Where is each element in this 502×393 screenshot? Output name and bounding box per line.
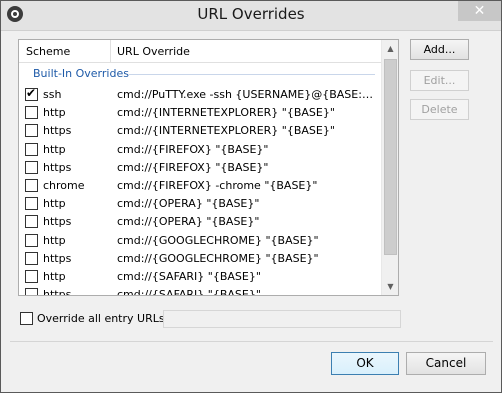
cell-url-override: cmd://{OPERA} "{BASE}": [117, 215, 260, 229]
cell-scheme: http: [43, 269, 66, 283]
row-checkbox[interactable]: [25, 197, 38, 211]
table-row[interactable]: http cmd://{SAFARI} "{BASE}": [19, 268, 381, 286]
row-checkbox[interactable]: [25, 160, 38, 174]
row-checkbox[interactable]: [25, 288, 38, 295]
table-row[interactable]: https cmd://{SAFARI} "{BASE}": [19, 286, 381, 296]
cell-scheme: http: [43, 197, 66, 211]
table-row[interactable]: http cmd://{FIREFOX} "{BASE}": [19, 141, 381, 159]
cell-scheme: https: [43, 160, 72, 174]
scrollbar-thumb[interactable]: [384, 59, 397, 255]
cell-url-override: cmd://{INTERNETEXPLORER} "{BASE}": [117, 124, 335, 138]
cancel-button[interactable]: Cancel: [406, 352, 486, 375]
vertical-scrollbar[interactable]: ▲ ▼: [381, 40, 398, 295]
cell-url-override: cmd://{GOOGLECHROME} "{BASE}": [117, 233, 319, 247]
table-row[interactable]: http cmd://{INTERNETEXPLORER} "{BASE}": [19, 104, 381, 122]
cell-url-override: cmd://{FIREFOX} "{BASE}": [117, 160, 269, 174]
ok-button[interactable]: OK: [331, 352, 399, 375]
cell-scheme: http: [43, 106, 66, 120]
title-bar: URL Overrides ✕: [1, 1, 501, 31]
table-row[interactable]: https cmd://{GOOGLECHROME} "{BASE}": [19, 250, 381, 268]
table-row[interactable]: chrome cmd://{FIREFOX} -chrome "{BASE}": [19, 177, 381, 195]
window-title: URL Overrides: [197, 5, 305, 23]
cell-scheme: chrome: [43, 178, 85, 192]
scroll-down-arrow-icon[interactable]: ▼: [382, 278, 398, 295]
row-checkbox[interactable]: [25, 251, 38, 265]
cell-scheme: https: [43, 215, 72, 229]
cell-url-override: cmd://{GOOGLECHROME} "{BASE}": [117, 251, 319, 265]
row-checkbox[interactable]: [25, 124, 38, 138]
table-row[interactable]: https cmd://{FIREFOX} "{BASE}": [19, 159, 381, 177]
row-checkbox[interactable]: [25, 233, 38, 247]
cell-scheme: https: [43, 124, 72, 138]
cell-scheme: https: [43, 288, 72, 296]
override-all-label: Override all entry URLs:: [37, 312, 169, 325]
row-checkbox[interactable]: [25, 269, 38, 283]
cell-url-override: cmd://{INTERNETEXPLORER} "{BASE}": [117, 106, 335, 120]
table-row[interactable]: https cmd://{OPERA} "{BASE}": [19, 213, 381, 231]
close-button[interactable]: ✕: [458, 1, 501, 21]
cell-url-override: cmd://{SAFARI} "{BASE}": [117, 269, 261, 283]
url-overrides-table: Scheme URL Override Built-In Overrides s…: [18, 39, 399, 296]
edit-button[interactable]: Edit...: [410, 70, 469, 91]
row-checkbox[interactable]: [25, 142, 38, 156]
table-row[interactable]: ssh cmd://PuTTY.exe -ssh {USERNAME}@{BASE…: [19, 86, 381, 104]
cell-scheme: ssh: [43, 88, 62, 101]
cell-scheme: http: [43, 142, 66, 156]
row-checkbox[interactable]: [25, 106, 38, 120]
group-header-built-in: Built-In Overrides: [19, 65, 381, 81]
table-row[interactable]: http cmd://{OPERA} "{BASE}": [19, 195, 381, 213]
row-checkbox[interactable]: [25, 86, 38, 101]
table-header: Scheme URL Override: [19, 40, 381, 63]
delete-button[interactable]: Delete: [410, 99, 469, 120]
cell-scheme: https: [43, 251, 72, 265]
scroll-up-arrow-icon[interactable]: ▲: [382, 40, 398, 57]
row-checkbox[interactable]: [25, 215, 38, 229]
group-divider: [129, 74, 375, 75]
add-button[interactable]: Add...: [410, 39, 469, 60]
group-label: Built-In Overrides: [33, 67, 129, 80]
table-row[interactable]: http cmd://{GOOGLECHROME} "{BASE}": [19, 232, 381, 250]
cell-url-override: cmd://{OPERA} "{BASE}": [117, 197, 260, 211]
url-overrides-dialog: URL Overrides ✕ Scheme URL Override Buil…: [0, 0, 502, 393]
cell-url-override: cmd://{FIREFOX} "{BASE}": [117, 142, 269, 156]
row-checkbox[interactable]: [25, 178, 38, 192]
separator: [10, 341, 493, 342]
column-header-scheme[interactable]: Scheme: [19, 40, 111, 63]
table-row[interactable]: https cmd://{INTERNETEXPLORER} "{BASE}": [19, 122, 381, 140]
table-rows: ssh cmd://PuTTY.exe -ssh {USERNAME}@{BASE…: [19, 86, 381, 296]
override-all-section: Override all entry URLs:: [18, 309, 401, 329]
cell-url-override: cmd://PuTTY.exe -ssh {USERNAME}@{BASE:RM…: [117, 88, 379, 101]
override-all-checkbox[interactable]: [20, 312, 33, 325]
column-header-url-override[interactable]: URL Override: [111, 40, 381, 63]
cell-scheme: http: [43, 233, 66, 247]
cell-url-override: cmd://{SAFARI} "{BASE}": [117, 288, 261, 296]
override-all-input[interactable]: [163, 310, 401, 328]
cell-url-override: cmd://{FIREFOX} -chrome "{BASE}": [117, 178, 318, 192]
